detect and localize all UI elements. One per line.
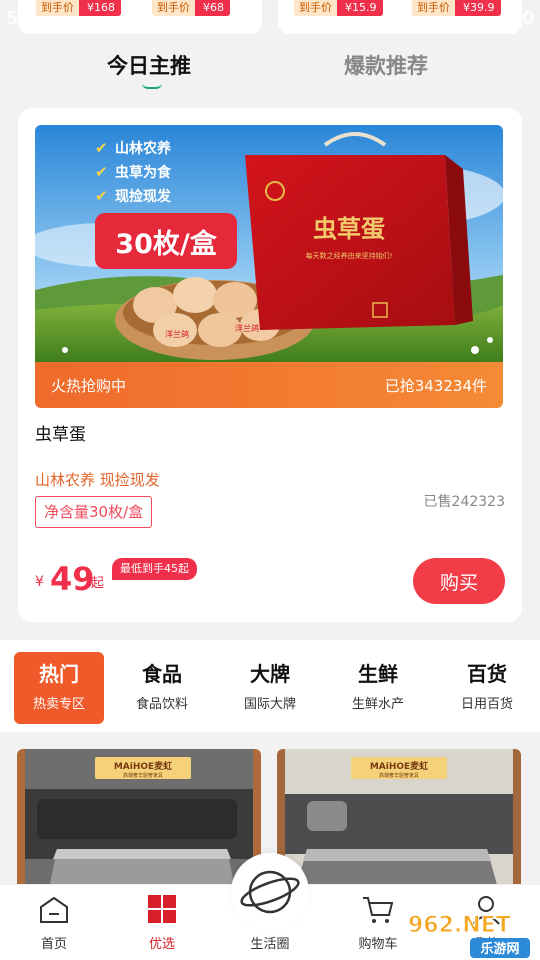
- check-icon: ✔: [95, 187, 108, 205]
- recommend-tabs: 今日主推 爆款推荐: [0, 50, 540, 94]
- brand-subtitle: 高端奢华轻奢家具: [123, 772, 163, 779]
- currency-symbol: ¥: [35, 574, 44, 590]
- edge-number-right: 0: [522, 8, 535, 29]
- brand-tag: MAiHOE麦虹: [114, 760, 172, 772]
- box-tagline: 每天数之经养由来坚持始们!: [306, 251, 393, 260]
- planet-icon: [240, 870, 300, 914]
- home-icon: [40, 896, 68, 923]
- price-value: 49: [50, 560, 95, 598]
- feature-1: 山林农养: [115, 140, 172, 157]
- top-product-card-right[interactable]: 到手价 ¥15.9 到手价 ¥39.9: [278, 0, 522, 34]
- box-count-label: 30枚/盒: [115, 228, 217, 260]
- category-daily[interactable]: 百货 日用百货: [442, 652, 532, 724]
- product-image[interactable]: ✔ 山林农养 ✔ 虫草为食 ✔ 现捡现发 30枚/盒 洋兰鸽 洋兰鸽 虫草蛋 每…: [35, 125, 503, 362]
- top-product-strip: 5 到手价 ¥168 到手价 ¥68 到手价 ¥15.9 到手价 ¥39.9 0: [0, 0, 540, 40]
- check-icon: ✔: [95, 139, 108, 157]
- feature-2: 虫草为食: [115, 164, 172, 181]
- flash-sale-label: 火热抢购中: [51, 377, 127, 395]
- tab-today-main[interactable]: 今日主推: [107, 50, 191, 80]
- life-circle-button[interactable]: [231, 853, 309, 931]
- category-hot[interactable]: 热门 热卖专区: [14, 652, 104, 724]
- sofa-product-image[interactable]: MAiHOE麦虹 高端奢华轻奢家具: [277, 749, 521, 899]
- price-chip: 到手价 ¥15.9: [294, 0, 383, 16]
- buy-button[interactable]: 购买: [413, 558, 505, 604]
- brand-tag: MAiHOE麦虹: [370, 760, 428, 772]
- check-icon: ✔: [95, 163, 108, 181]
- top-product-card-left[interactable]: 到手价 ¥168 到手价 ¥68: [18, 0, 262, 34]
- product-name: 虫草蛋: [35, 425, 86, 445]
- category-brand[interactable]: 大牌 国际大牌: [225, 652, 315, 724]
- watermark-top: 962.NET: [408, 913, 511, 938]
- box-title: 虫草蛋: [313, 215, 385, 243]
- price-chip: 到手价 ¥39.9: [412, 0, 501, 16]
- price-chip: 到手价 ¥68: [152, 0, 230, 16]
- nav-home[interactable]: 首页: [14, 895, 94, 952]
- category-fresh[interactable]: 生鲜 生鲜水产: [333, 652, 423, 724]
- price-suffix: 起: [91, 576, 105, 591]
- egg-stamp: 洋兰鸽: [235, 323, 259, 333]
- tab-hot-recommend[interactable]: 爆款推荐: [344, 50, 428, 80]
- lowest-price-badge: 最低到手45起: [112, 558, 197, 580]
- brand-subtitle: 高端奢华轻奢家具: [379, 772, 419, 779]
- category-food[interactable]: 食品 食品饮料: [117, 652, 207, 724]
- sofa-product-image[interactable]: MAiHOE麦虹 高端奢华轻奢家具: [17, 749, 261, 899]
- product-spec-tag: 净含量30枚/盒: [35, 496, 153, 528]
- nav-selected[interactable]: 优选: [122, 895, 202, 952]
- grabbed-count: 已抢343234件: [384, 377, 487, 395]
- watermark-bottom: 乐游网: [480, 941, 519, 957]
- grid-icon: [148, 895, 176, 923]
- featured-product-card[interactable]: ✔ 山林农养 ✔ 虫草为食 ✔ 现捡现发 30枚/盒 洋兰鸽 洋兰鸽 虫草蛋 每…: [18, 108, 522, 622]
- active-tab-indicator: [142, 83, 162, 89]
- category-row: 热门 热卖专区 食品 食品饮料 大牌 国际大牌 生鲜 生鲜水产 百货 日用百货: [0, 640, 540, 732]
- egg-stamp: 洋兰鸽: [165, 329, 189, 339]
- edge-number-left: 5: [6, 8, 19, 29]
- feature-list: ✔ 山林农养 ✔ 虫草为食 ✔ 现捡现发: [95, 139, 172, 205]
- product-description: 山林农养 现捡现发: [35, 471, 160, 489]
- flash-sale-bar: 火热抢购中 已抢343234件: [35, 362, 503, 408]
- nav-life-circle-label[interactable]: 生活圈: [230, 933, 310, 952]
- price-chip: 到手价 ¥168: [36, 0, 121, 16]
- sold-count: 已售242323: [423, 494, 505, 510]
- cart-icon: [363, 897, 394, 923]
- site-watermark: 962.NET 乐游网: [400, 908, 540, 960]
- feature-3: 现捡现发: [115, 188, 172, 205]
